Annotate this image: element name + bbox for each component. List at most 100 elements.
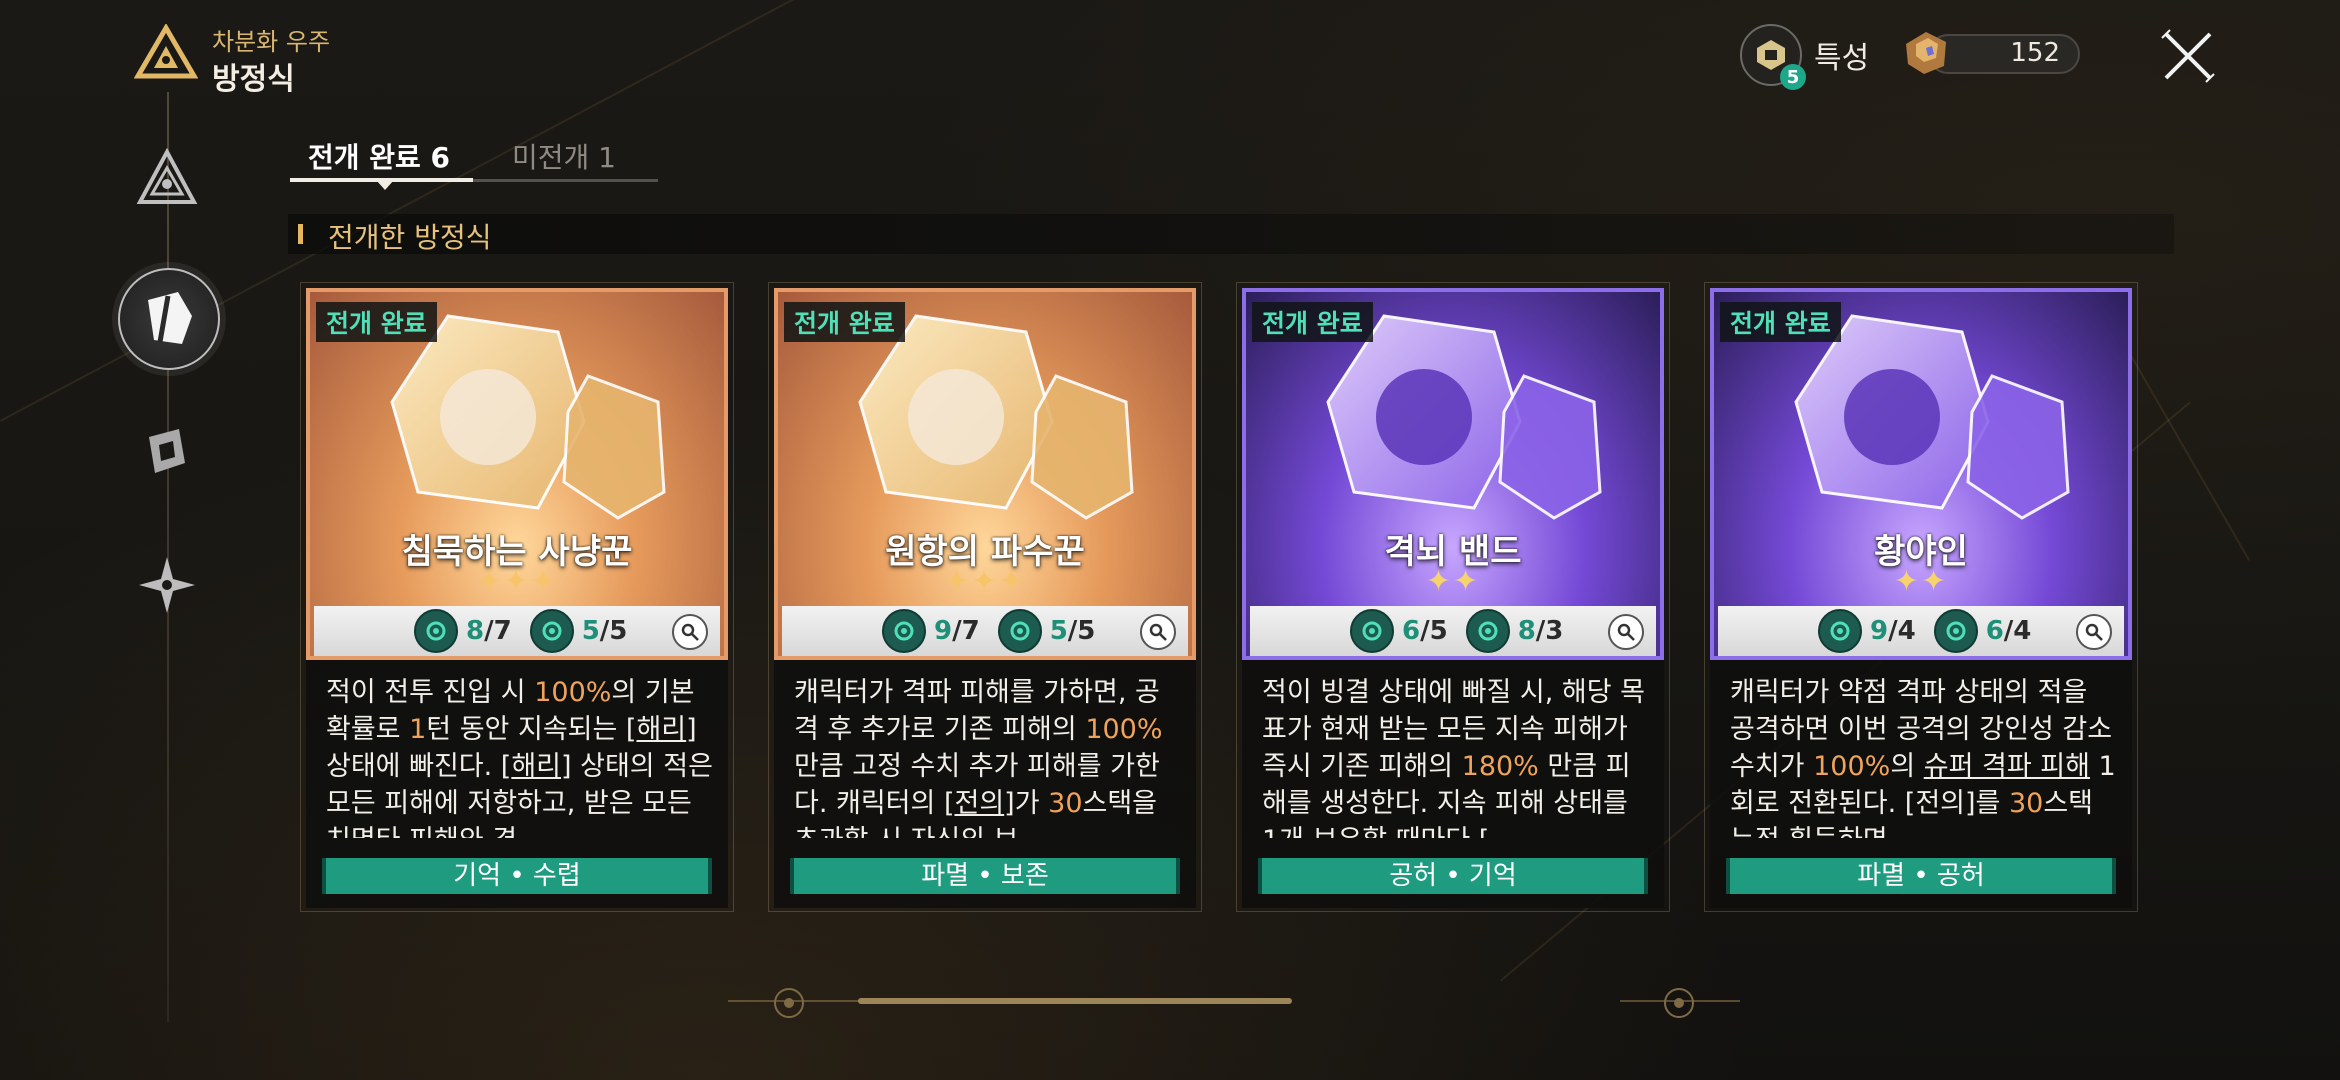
path-requirement: 9 /7 bbox=[882, 609, 980, 653]
pager-next-dot[interactable] bbox=[1664, 988, 1694, 1018]
simulated-universe-logo bbox=[133, 23, 199, 80]
path-required-count: /4 bbox=[1888, 616, 1916, 646]
rarity-stars: ✦✦ bbox=[1425, 564, 1481, 599]
equation-description: 캐릭터가 약점 격파 상태의 적을 공격하면 이번 공격의 강인성 감소 수치가… bbox=[1730, 674, 2120, 838]
path-current-count: 8 bbox=[466, 616, 485, 646]
section-header: 전개한 방정식 bbox=[288, 214, 2174, 254]
path-requirement-bar: 9 /7 5 /5 bbox=[782, 606, 1188, 656]
rarity-stars: ✦✦✦ bbox=[476, 564, 558, 599]
path-combination-label: 파멸 • 공허 bbox=[1726, 858, 2116, 894]
card-art: 전개 완료 황야인 ✦✦ 9 /4 6 /4 bbox=[1710, 288, 2132, 660]
magnifier-icon bbox=[681, 623, 699, 641]
rarity-stars: ✦✦✦ bbox=[944, 564, 1026, 599]
deployed-badge: 전개 완료 bbox=[1252, 302, 1373, 342]
path-required-count: /5 bbox=[599, 616, 628, 646]
close-icon bbox=[2161, 29, 2215, 83]
path-requirement: 5 /5 bbox=[529, 609, 628, 653]
inspect-button[interactable] bbox=[672, 614, 708, 650]
triangle-emblem-icon bbox=[136, 148, 198, 204]
trait-button[interactable]: 5 특성 bbox=[1740, 24, 1870, 90]
description-fragment: 180% bbox=[1461, 751, 1539, 782]
path-required-count: /3 bbox=[1535, 616, 1564, 646]
path-required-count: /4 bbox=[2003, 616, 2032, 646]
inspect-button[interactable] bbox=[1608, 614, 1644, 650]
equation-card[interactable]: 전개 완료 침묵하는 사냥꾼 ✦✦✦ 8 /7 5 /5 적이 전투 진입 시 … bbox=[300, 282, 734, 912]
cosmic-fragment-counter: 152 bbox=[1898, 30, 2080, 74]
description-fragment: 30 bbox=[1048, 788, 1083, 819]
inspect-button[interactable] bbox=[1140, 614, 1176, 650]
page-title: 방정식 bbox=[212, 62, 295, 97]
path-emblem-icon bbox=[882, 609, 926, 653]
pager-scroll-thumb[interactable] bbox=[858, 998, 1292, 1004]
path-required-count: /7 bbox=[484, 616, 512, 646]
deployed-badge: 전개 완료 bbox=[316, 302, 437, 342]
deployed-badge: 전개 완료 bbox=[1720, 302, 1841, 342]
deployed-badge: 전개 완료 bbox=[784, 302, 905, 342]
description-fragment: 해리 bbox=[511, 751, 562, 782]
path-emblem-icon bbox=[1465, 609, 1510, 653]
cosmic-fragment-icon bbox=[1906, 32, 1946, 74]
path-emblem-icon bbox=[997, 609, 1042, 653]
path-current-count: 5 bbox=[581, 616, 600, 646]
path-requirement: 9 /4 bbox=[1818, 609, 1916, 653]
tab-caret-icon bbox=[376, 180, 394, 190]
tab-deployed[interactable]: 전개 완료 6 bbox=[308, 136, 450, 176]
section-marker bbox=[298, 224, 303, 244]
card-art: 전개 완료 침묵하는 사냥꾼 ✦✦✦ 8 /7 5 /5 bbox=[306, 288, 728, 660]
equation-description: 적이 전투 진입 시 100%의 기본 확률로 1턴 동안 지속되는 [해리] … bbox=[326, 674, 716, 838]
description-fragment: 100% bbox=[1813, 751, 1891, 782]
path-emblem-icon bbox=[529, 609, 574, 653]
equation-card[interactable]: 전개 완료 원항의 파수꾼 ✦✦✦ 9 /7 5 /5 캐릭터가 격파 피해를 … bbox=[768, 282, 1202, 912]
close-button[interactable] bbox=[2160, 28, 2216, 84]
curio-card-icon bbox=[149, 429, 185, 473]
trait-label: 특성 bbox=[1814, 41, 1870, 76]
secondary-crystal-shard-icon bbox=[1498, 374, 1602, 520]
description-fragment: ]가 bbox=[1004, 788, 1049, 819]
description-fragment: 슈퍼 격파 피해 bbox=[1923, 751, 2090, 782]
equation-description: 적이 빙결 상태에 빠질 시, 해당 목표가 현재 받는 모든 지속 피해가 즉… bbox=[1262, 674, 1652, 838]
path-required-count: /5 bbox=[1420, 616, 1448, 646]
equation-card[interactable]: 전개 완료 황야인 ✦✦ 9 /4 6 /4 캐릭터가 약점 격파 상태의 적을… bbox=[1704, 282, 2138, 912]
magnifier-icon bbox=[2085, 623, 2103, 641]
path-required-count: /7 bbox=[952, 616, 980, 646]
trait-badge: 5 bbox=[1740, 24, 1806, 90]
currency-value: 152 bbox=[2010, 38, 2060, 68]
description-fragment: 30 bbox=[2008, 788, 2044, 819]
path-required-count: /5 bbox=[1067, 616, 1096, 646]
path-requirement: 5 /5 bbox=[997, 609, 1096, 653]
path-combination-label: 기억 • 수렵 bbox=[322, 858, 712, 894]
path-current-count: 9 bbox=[1870, 616, 1889, 646]
path-combination-label: 파멸 • 보존 bbox=[790, 858, 1180, 894]
sidebar-item-star[interactable] bbox=[132, 550, 202, 620]
trait-count-badge: 5 bbox=[1780, 64, 1806, 90]
description-fragment: 적이 전투 진입 시 bbox=[326, 677, 535, 708]
path-current-count: 6 bbox=[1985, 616, 2004, 646]
equation-card[interactable]: 전개 완료 격뇌 밴드 ✦✦ 6 /5 8 /3 적이 빙결 상태에 빠질 시,… bbox=[1236, 282, 1670, 912]
description-fragment: 의 bbox=[1890, 751, 1924, 782]
equation-shard-icon bbox=[148, 292, 192, 344]
card-art: 전개 완료 격뇌 밴드 ✦✦ 6 /5 8 /3 bbox=[1242, 288, 1664, 660]
path-requirement-bar: 8 /7 5 /5 bbox=[314, 606, 720, 656]
path-emblem-icon bbox=[1350, 609, 1394, 653]
description-fragment: 1 bbox=[409, 714, 427, 745]
sidebar-item-curio[interactable] bbox=[132, 416, 202, 486]
pager-prev-dot[interactable] bbox=[774, 988, 804, 1018]
secondary-crystal-shard-icon bbox=[562, 374, 666, 520]
tab-underline-inactive bbox=[473, 179, 658, 182]
sidebar-item-equation[interactable] bbox=[118, 268, 220, 370]
tab-undeployed[interactable]: 미전개 1 bbox=[512, 136, 616, 176]
inspect-button[interactable] bbox=[2076, 614, 2112, 650]
path-current-count: 9 bbox=[934, 616, 953, 646]
four-point-star-icon bbox=[139, 557, 195, 613]
description-fragment: 100% bbox=[534, 677, 612, 708]
sidebar-item-blessing[interactable] bbox=[132, 144, 202, 214]
secondary-crystal-shard-icon bbox=[1030, 374, 1134, 520]
path-combination-label: 공허 • 기억 bbox=[1258, 858, 1648, 894]
magnifier-icon bbox=[1149, 623, 1167, 641]
description-fragment: 전의 bbox=[954, 788, 1005, 819]
path-requirement-bar: 6 /5 8 /3 bbox=[1250, 606, 1656, 656]
path-current-count: 6 bbox=[1402, 616, 1421, 646]
path-emblem-icon bbox=[1818, 609, 1862, 653]
section-title: 전개한 방정식 bbox=[328, 221, 492, 254]
path-requirement: 6 /5 bbox=[1350, 609, 1448, 653]
